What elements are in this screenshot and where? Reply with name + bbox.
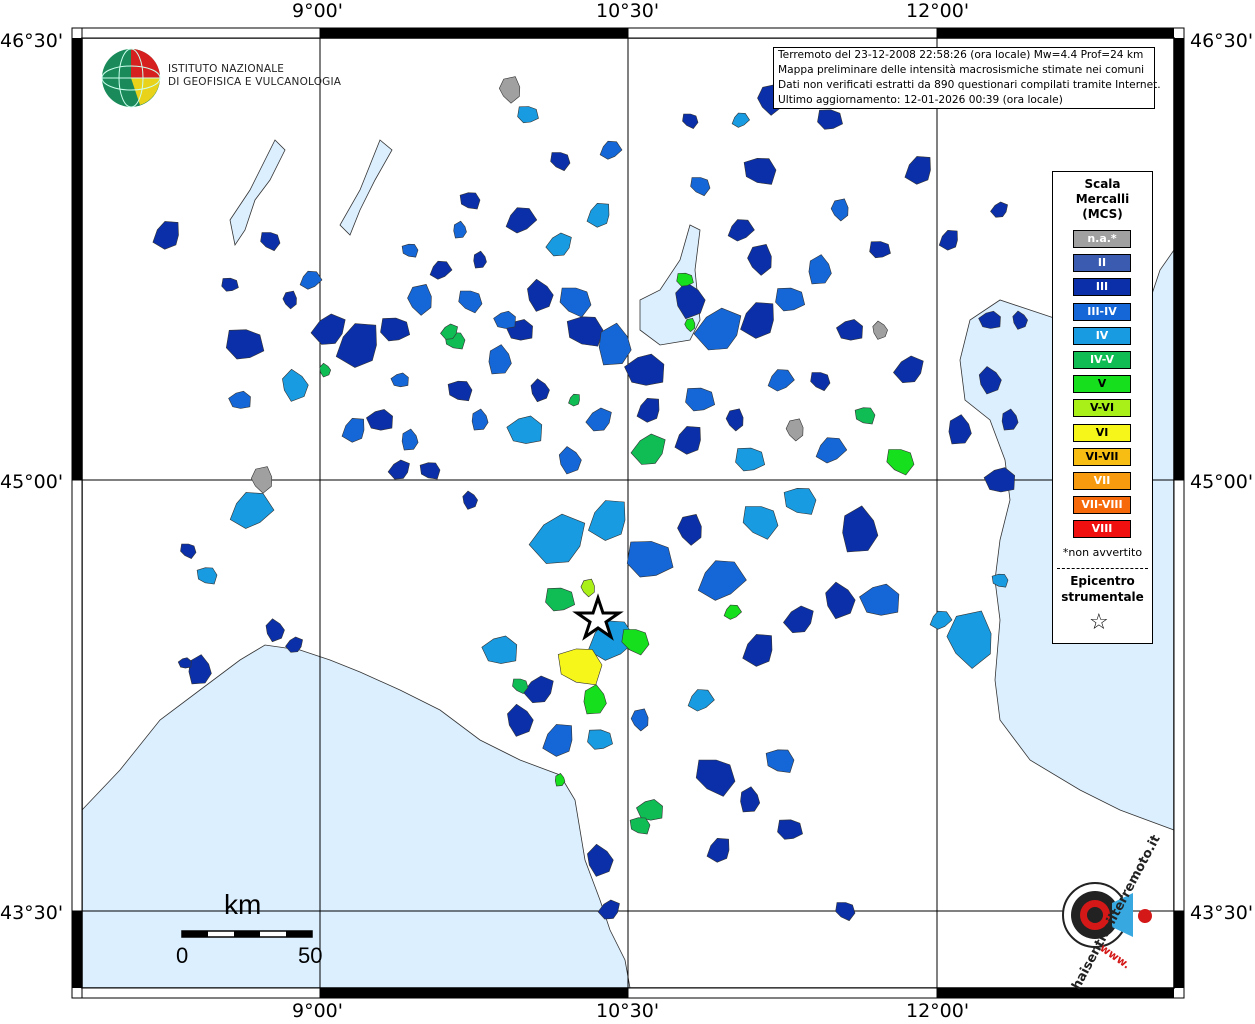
legend-star-icon: ☆ xyxy=(1089,610,1109,635)
legend-title: Scala Mercalli (MCS) xyxy=(1053,177,1152,222)
legend-item-3: III-IV xyxy=(1073,302,1131,321)
institute-name: ISTITUTO NAZIONALE DI GEOFISICA E VULCAN… xyxy=(168,63,341,89)
institute-line1: ISTITUTO NAZIONALE xyxy=(168,63,285,75)
lon-label-top-12: 12°00' xyxy=(906,0,970,22)
legend-note: *non avvertito xyxy=(1062,546,1143,559)
legend-item-0: n.a.* xyxy=(1073,230,1131,248)
legend-item-11: VII-VIII xyxy=(1073,496,1131,515)
legend-item-7: V-VI xyxy=(1073,399,1131,418)
lat-label-right-46-30: 46°30' xyxy=(1190,30,1254,52)
legend-epicenter-label: Epicentro strumentale xyxy=(1053,573,1152,605)
event-info-line3: Dati non verificati estratti da 890 ques… xyxy=(778,79,1161,91)
legend-item-10: VII xyxy=(1073,472,1131,490)
scale-max: 50 xyxy=(298,943,323,968)
legend-epicenter-line2: strumentale xyxy=(1061,590,1144,604)
legend-item-8: VI xyxy=(1073,423,1131,442)
legend-title-line1: Scala xyxy=(1084,177,1121,191)
lat-label-left-43-30: 43°30' xyxy=(0,902,64,924)
legend-title-line3: (MCS) xyxy=(1082,207,1123,221)
legend-item-6: V xyxy=(1073,375,1131,394)
scale-bar xyxy=(181,930,313,938)
lon-label-bottom-12: 12°00' xyxy=(906,1000,970,1022)
lon-label-bottom-9: 9°00' xyxy=(292,1000,343,1022)
intensity-legend: Scala Mercalli (MCS) n.a.* II III III-IV IV I… xyxy=(1052,171,1153,644)
scale-unit: km xyxy=(224,889,262,920)
lat-label-left-45: 45°00' xyxy=(0,471,64,493)
lon-label-top-9: 9°00' xyxy=(292,0,343,22)
legend-separator xyxy=(1057,568,1148,569)
event-info-box: Terremoto del 23-12-2008 22:58:26 (ora l… xyxy=(773,47,1161,109)
institute-line2: DI GEOFISICA E VULCANOLOGIA xyxy=(168,76,342,88)
lat-label-left-46-30: 46°30' xyxy=(0,30,64,52)
legend-title-line2: Mercalli xyxy=(1075,192,1130,206)
event-info-line4: Ultimo aggiornamento: 12-01-2026 00:39 (… xyxy=(778,94,1063,106)
legend-item-5: IV-V xyxy=(1073,351,1131,369)
legend-item-2: III xyxy=(1073,278,1131,297)
event-info-line1: Terremoto del 23-12-2008 22:58:26 (ora l… xyxy=(778,49,1144,61)
ingv-logo-icon xyxy=(101,48,161,108)
legend-epicenter-line1: Epicentro xyxy=(1070,574,1135,588)
event-info-line2: Mappa preliminare delle intensità macros… xyxy=(778,64,1145,76)
scale-min: 0 xyxy=(176,943,189,968)
legend-item-1: II xyxy=(1073,254,1131,273)
lat-label-right-43-30: 43°30' xyxy=(1190,902,1254,924)
legend-item-4: IV xyxy=(1073,326,1131,345)
lat-label-right-45: 45°00' xyxy=(1190,471,1254,493)
legend-item-9: VI-VII xyxy=(1073,447,1131,466)
lon-label-top-10-30: 10°30' xyxy=(596,0,660,22)
lon-label-bottom-10-30: 10°30' xyxy=(596,1000,660,1022)
legend-item-12: VIII xyxy=(1073,520,1131,539)
